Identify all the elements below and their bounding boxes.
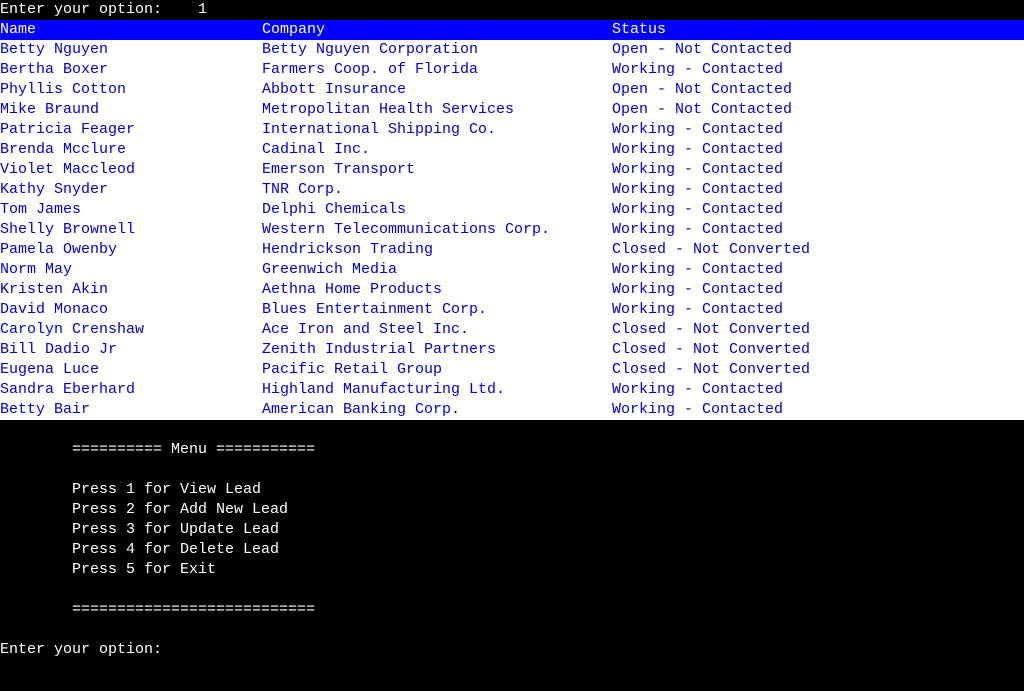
cell-company: Highland Manufacturing Ltd. — [262, 380, 612, 400]
prompt-label: Enter your option: — [0, 1, 162, 18]
prompt-value: 1 — [198, 1, 207, 18]
table-row[interactable]: Bertha BoxerFarmers Coop. of FloridaWork… — [0, 60, 1024, 80]
cell-company: Blues Entertainment Corp. — [262, 300, 612, 320]
cell-status: Working - Contacted — [612, 400, 1024, 420]
cell-name: Norm May — [0, 260, 262, 280]
cell-status: Closed - Not Converted — [612, 360, 1024, 380]
table-row[interactable]: Bill Dadio JrZenith Industrial PartnersC… — [0, 340, 1024, 360]
prompt-top[interactable]: Enter your option: 1 — [0, 0, 1024, 20]
header-status: Status — [612, 20, 1024, 40]
cell-name: Bill Dadio Jr — [0, 340, 262, 360]
cell-name: Tom James — [0, 200, 262, 220]
cell-status: Open - Not Contacted — [612, 100, 1024, 120]
cell-company: American Banking Corp. — [262, 400, 612, 420]
cell-status: Closed - Not Converted — [612, 320, 1024, 340]
cell-name: Brenda Mcclure — [0, 140, 262, 160]
table-row[interactable]: Kristen AkinAethna Home ProductsWorking … — [0, 280, 1024, 300]
cell-company: Western Telecommunications Corp. — [262, 220, 612, 240]
cell-status: Working - Contacted — [612, 280, 1024, 300]
table-row[interactable]: Sandra EberhardHighland Manufacturing Lt… — [0, 380, 1024, 400]
menu-item: Press 3 for Update Lead — [0, 520, 1024, 540]
cell-status: Closed - Not Converted — [612, 340, 1024, 360]
menu-item: Press 5 for Exit — [0, 560, 1024, 580]
cell-company: International Shipping Co. — [262, 120, 612, 140]
cell-status: Working - Contacted — [612, 120, 1024, 140]
cell-status: Closed - Not Converted — [612, 240, 1024, 260]
cell-company: Aethna Home Products — [262, 280, 612, 300]
cell-name: Eugena Luce — [0, 360, 262, 380]
table-row[interactable]: David MonacoBlues Entertainment Corp.Wor… — [0, 300, 1024, 320]
cell-company: Metropolitan Health Services — [262, 100, 612, 120]
cell-status: Working - Contacted — [612, 200, 1024, 220]
cell-company: Pacific Retail Group — [262, 360, 612, 380]
menu-item: Press 4 for Delete Lead — [0, 540, 1024, 560]
table-row[interactable]: Kathy SnyderTNR Corp.Working - Contacted — [0, 180, 1024, 200]
table-row[interactable]: Patricia FeagerInternational Shipping Co… — [0, 120, 1024, 140]
cell-company: Ace Iron and Steel Inc. — [262, 320, 612, 340]
table-row[interactable]: Shelly BrownellWestern Telecommunication… — [0, 220, 1024, 240]
table-body: Betty NguyenBetty Nguyen CorporationOpen… — [0, 40, 1024, 420]
cell-name: Shelly Brownell — [0, 220, 262, 240]
table-row[interactable]: Betty NguyenBetty Nguyen CorporationOpen… — [0, 40, 1024, 60]
cell-company: Hendrickson Trading — [262, 240, 612, 260]
table-row[interactable]: Betty BairAmerican Banking Corp.Working … — [0, 400, 1024, 420]
cell-status: Working - Contacted — [612, 300, 1024, 320]
cell-name: Mike Braund — [0, 100, 262, 120]
cell-status: Working - Contacted — [612, 220, 1024, 240]
menu-footer: =========================== — [0, 600, 1024, 620]
table-row[interactable]: Carolyn CrenshawAce Iron and Steel Inc.C… — [0, 320, 1024, 340]
cell-name: David Monaco — [0, 300, 262, 320]
cell-name: Betty Nguyen — [0, 40, 262, 60]
table-row[interactable]: Mike BraundMetropolitan Health ServicesO… — [0, 100, 1024, 120]
header-name: Name — [0, 20, 262, 40]
header-company: Company — [262, 20, 612, 40]
cell-status: Working - Contacted — [612, 260, 1024, 280]
menu-item: Press 1 for View Lead — [0, 480, 1024, 500]
cell-name: Kathy Snyder — [0, 180, 262, 200]
cell-status: Open - Not Contacted — [612, 40, 1024, 60]
cell-company: Zenith Industrial Partners — [262, 340, 612, 360]
cell-name: Bertha Boxer — [0, 60, 262, 80]
cell-status: Working - Contacted — [612, 140, 1024, 160]
cell-status: Working - Contacted — [612, 60, 1024, 80]
cell-name: Phyllis Cotton — [0, 80, 262, 100]
cell-status: Working - Contacted — [612, 160, 1024, 180]
table-row[interactable]: Eugena LucePacific Retail GroupClosed - … — [0, 360, 1024, 380]
table-header-row: Name Company Status — [0, 20, 1024, 40]
cell-company: Greenwich Media — [262, 260, 612, 280]
cell-status: Working - Contacted — [612, 180, 1024, 200]
cell-name: Carolyn Crenshaw — [0, 320, 262, 340]
table-row[interactable]: Norm MayGreenwich MediaWorking - Contact… — [0, 260, 1024, 280]
cell-company: Farmers Coop. of Florida — [262, 60, 612, 80]
table-row[interactable]: Violet MaccleodEmerson TransportWorking … — [0, 160, 1024, 180]
table-row[interactable]: Phyllis CottonAbbott InsuranceOpen - Not… — [0, 80, 1024, 100]
cell-status: Working - Contacted — [612, 380, 1024, 400]
cell-company: TNR Corp. — [262, 180, 612, 200]
cell-name: Pamela Owenby — [0, 240, 262, 260]
cell-name: Patricia Feager — [0, 120, 262, 140]
cell-status: Open - Not Contacted — [612, 80, 1024, 100]
menu-title: ========== Menu =========== — [0, 440, 1024, 460]
cell-company: Abbott Insurance — [262, 80, 612, 100]
table-row[interactable]: Pamela OwenbyHendrickson TradingClosed -… — [0, 240, 1024, 260]
prompt-bottom[interactable]: Enter your option: — [0, 640, 1024, 660]
prompt-bottom-label: Enter your option: — [0, 641, 162, 658]
cell-company: Betty Nguyen Corporation — [262, 40, 612, 60]
table-row[interactable]: Brenda McclureCadinal Inc.Working - Cont… — [0, 140, 1024, 160]
cell-name: Violet Maccleod — [0, 160, 262, 180]
cell-company: Cadinal Inc. — [262, 140, 612, 160]
cell-name: Sandra Eberhard — [0, 380, 262, 400]
cell-name: Betty Bair — [0, 400, 262, 420]
cell-company: Delphi Chemicals — [262, 200, 612, 220]
cell-company: Emerson Transport — [262, 160, 612, 180]
cell-name: Kristen Akin — [0, 280, 262, 300]
table-row[interactable]: Tom JamesDelphi ChemicalsWorking - Conta… — [0, 200, 1024, 220]
menu-item: Press 2 for Add New Lead — [0, 500, 1024, 520]
